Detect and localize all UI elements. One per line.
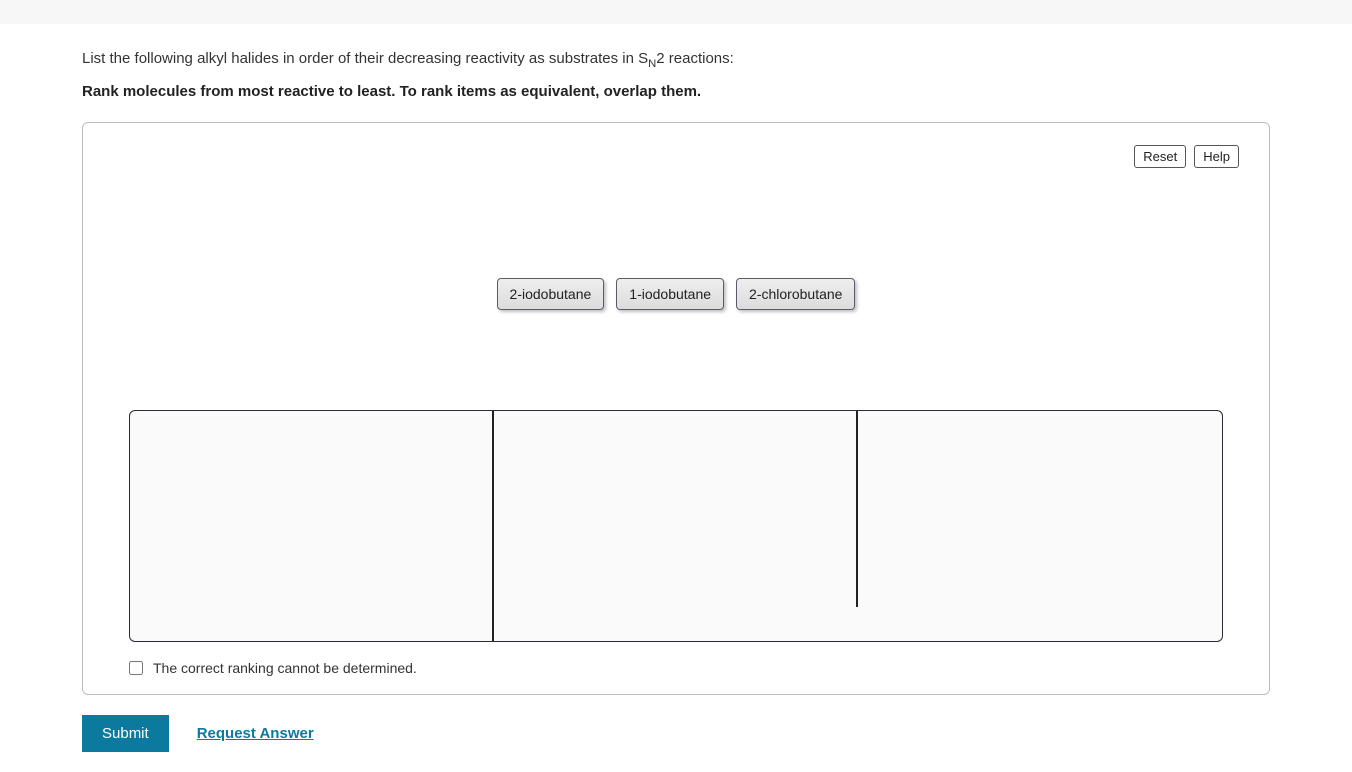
draggable-chips-row: 2-iodobutane 1-iodobutane 2-chlorobutane [107, 278, 1245, 310]
help-button[interactable]: Help [1194, 145, 1239, 168]
chip-2-iodobutane[interactable]: 2-iodobutane [497, 278, 605, 310]
question-prompt: List the following alkyl halides in orde… [82, 48, 1270, 69]
reset-button[interactable]: Reset [1134, 145, 1186, 168]
ranking-workspace: Reset Help 2-iodobutane 1-iodobutane 2-c… [82, 122, 1270, 695]
content-area: List the following alkyl halides in orde… [0, 24, 1352, 772]
request-answer-link[interactable]: Request Answer [197, 725, 314, 742]
chip-1-iodobutane[interactable]: 1-iodobutane [616, 278, 724, 310]
cannot-determine-label: The correct ranking cannot be determined… [153, 660, 417, 676]
chip-2-chlorobutane[interactable]: 2-chlorobutane [736, 278, 855, 310]
drop-slot-1[interactable] [130, 411, 494, 641]
submit-button[interactable]: Submit [82, 715, 169, 752]
cannot-determine-row: The correct ranking cannot be determined… [129, 660, 1245, 676]
prompt-suffix: 2 reactions: [656, 50, 734, 67]
ranking-drop-zone[interactable] [129, 410, 1223, 642]
prompt-prefix: List the following alkyl halides in orde… [82, 50, 648, 67]
drop-slot-2[interactable] [494, 411, 858, 641]
cannot-determine-checkbox[interactable] [129, 661, 143, 675]
workspace-controls: Reset Help [1134, 145, 1239, 168]
drop-slot-3[interactable] [858, 411, 1222, 641]
ranking-instruction: Rank molecules from most reactive to lea… [82, 83, 1270, 100]
action-row: Submit Request Answer [82, 715, 1270, 752]
page-top-bar [0, 0, 1352, 24]
